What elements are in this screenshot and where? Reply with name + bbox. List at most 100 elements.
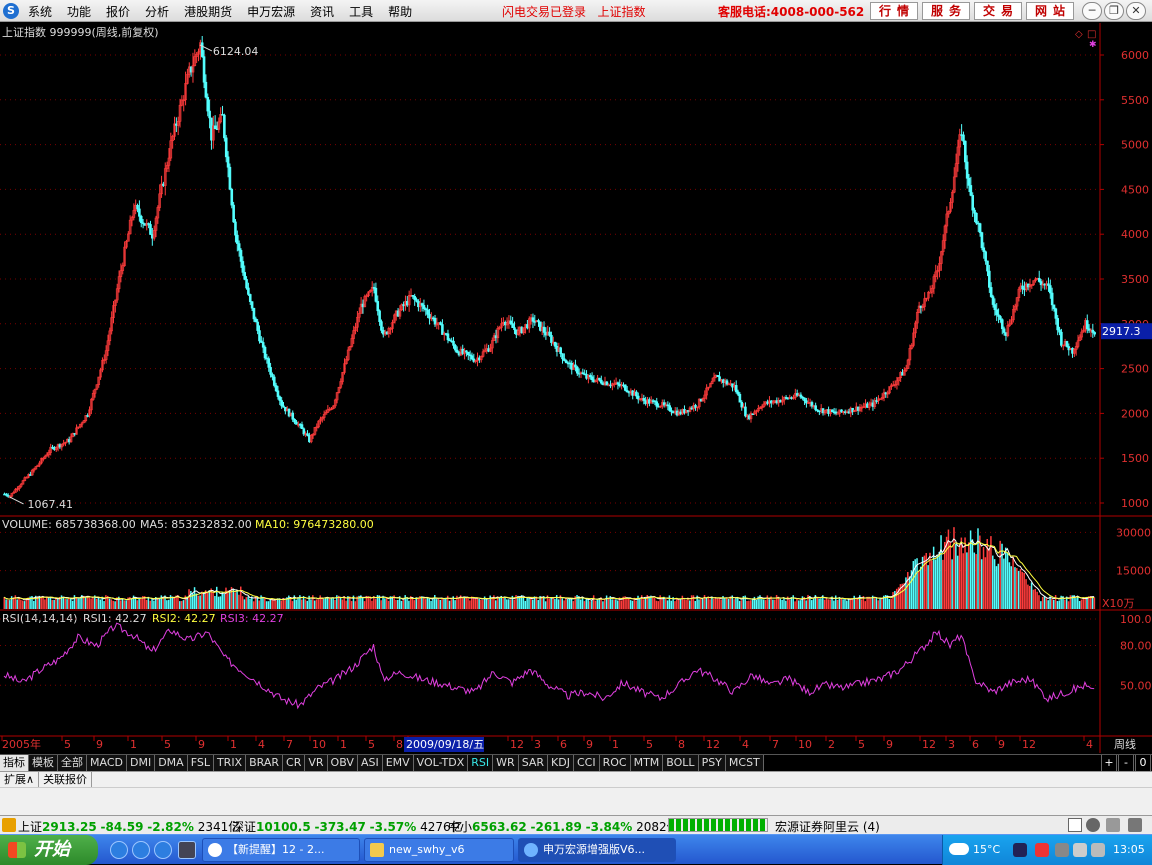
- expand-tab[interactable]: 扩展∧: [0, 772, 40, 787]
- tab-emv[interactable]: EMV: [382, 755, 414, 771]
- tab-template[interactable]: 模板: [29, 755, 58, 771]
- volume-bar: [463, 597, 466, 609]
- nav-quotes-button[interactable]: 行情: [870, 2, 918, 20]
- menu-info[interactable]: 资讯: [310, 3, 334, 20]
- tab-vr[interactable]: VR: [305, 755, 328, 771]
- volume-bar: [509, 599, 512, 609]
- zoom-in-button[interactable]: +: [1101, 755, 1117, 771]
- app-quick-icon[interactable]: [178, 841, 196, 859]
- tab-dmi[interactable]: DMI: [126, 755, 156, 771]
- minimize-icon[interactable]: ─: [1082, 2, 1102, 20]
- sh-index[interactable]: 上证2913.25 -84.59 -2.82% 2341亿: [18, 818, 240, 835]
- task-folder[interactable]: new_swhy_v6: [364, 838, 514, 862]
- volume-bar: [158, 598, 161, 609]
- settings-icon[interactable]: [1128, 818, 1142, 832]
- date-tick-label: 7: [772, 738, 779, 751]
- tab-brar[interactable]: BRAR: [246, 755, 284, 771]
- volume-bar: [332, 597, 334, 609]
- browser-icon[interactable]: [154, 841, 172, 859]
- menu-analysis[interactable]: 分析: [145, 3, 169, 20]
- tab-mcst[interactable]: MCST: [725, 755, 764, 771]
- tab-mtm[interactable]: MTM: [630, 755, 664, 771]
- volume-bar: [162, 597, 164, 609]
- tab-indicator[interactable]: 指标: [0, 755, 29, 771]
- start-button[interactable]: 开始: [0, 835, 98, 865]
- candle-body: [452, 340, 455, 346]
- window-icon[interactable]: [1068, 818, 1082, 832]
- menu-function[interactable]: 功能: [67, 3, 91, 20]
- tab-wr[interactable]: WR: [493, 755, 519, 771]
- menu-swhy[interactable]: 申万宏源: [247, 3, 295, 20]
- antenna-icon[interactable]: [1086, 818, 1100, 832]
- tab-sar[interactable]: SAR: [518, 755, 549, 771]
- related-quotes-tab[interactable]: 关联报价: [39, 772, 93, 787]
- volume-bar: [404, 595, 406, 609]
- shield-icon[interactable]: [1091, 843, 1105, 857]
- task-trading-app[interactable]: 申万宏源增强版V6...: [518, 838, 676, 862]
- volume-bar: [661, 598, 663, 609]
- tray-app-icon[interactable]: [1013, 843, 1027, 857]
- nav-trade-button[interactable]: 交易: [974, 2, 1022, 20]
- tab-cr[interactable]: CR: [283, 755, 306, 771]
- tab-rsi[interactable]: RSI: [468, 755, 494, 771]
- reset-button[interactable]: 0: [1135, 755, 1151, 771]
- menu-help[interactable]: 帮助: [388, 3, 412, 20]
- volume-bar: [417, 597, 419, 609]
- volume-bar: [762, 599, 765, 609]
- nav-service-button[interactable]: 服务: [922, 2, 970, 20]
- volume-bar: [735, 597, 737, 609]
- tab-obv[interactable]: OBV: [327, 755, 358, 771]
- volume-bar: [927, 565, 929, 609]
- tab-cci[interactable]: CCI: [573, 755, 600, 771]
- zx-index[interactable]: 中小6563.62 -261.89 -3.84% 2082亿: [448, 818, 679, 835]
- candle-body: [1058, 329, 1061, 333]
- zoom-out-button[interactable]: -: [1118, 755, 1134, 771]
- lock-icon[interactable]: [1106, 818, 1120, 832]
- tab-fsl[interactable]: FSL: [187, 755, 214, 771]
- candle-body: [1037, 278, 1041, 282]
- candle-body: [466, 351, 470, 356]
- volume-bar: [369, 596, 371, 609]
- tab-macd[interactable]: MACD: [87, 755, 127, 771]
- candle-body: [1054, 308, 1058, 319]
- volume-bar: [979, 535, 981, 609]
- volume-bar: [193, 587, 196, 609]
- tab-dma[interactable]: DMA: [155, 755, 188, 771]
- volume-bar: [1032, 589, 1035, 609]
- keyboard-icon[interactable]: [1055, 843, 1069, 857]
- candle-body: [291, 412, 295, 420]
- tab-all[interactable]: 全部: [58, 755, 87, 771]
- volume-bar: [775, 594, 778, 609]
- restore-icon[interactable]: ❐: [1104, 2, 1124, 20]
- broker-server[interactable]: 宏源证券阿里云 (4): [775, 818, 880, 835]
- tab-vol-tdx[interactable]: VOL-TDX: [413, 755, 469, 771]
- menu-tools[interactable]: 工具: [349, 3, 373, 20]
- ie-icon[interactable]: [110, 841, 128, 859]
- task-reminder[interactable]: 【新提醒】12 - 2...: [202, 838, 360, 862]
- candle-body: [236, 234, 239, 244]
- ie-alt-icon[interactable]: [132, 841, 150, 859]
- menu-system[interactable]: 系统: [28, 3, 52, 20]
- sz-index[interactable]: 深证10100.5 -373.47 -3.57% 4276亿: [232, 818, 463, 835]
- app-logo-icon[interactable]: S: [3, 3, 19, 19]
- menu-quote[interactable]: 报价: [106, 3, 130, 20]
- input-method-icon[interactable]: [1035, 843, 1049, 857]
- stock-chart[interactable]: 6000550050004500400035003000250020001500…: [0, 23, 1152, 754]
- volume-bar: [1067, 601, 1070, 609]
- volume-icon[interactable]: [1073, 843, 1087, 857]
- tab-roc[interactable]: ROC: [599, 755, 631, 771]
- menu-hk-futures[interactable]: 港股期货: [184, 3, 232, 20]
- tab-trix[interactable]: TRIX: [213, 755, 247, 771]
- nav-website-button[interactable]: 网站: [1026, 2, 1074, 20]
- volume-bar: [188, 589, 190, 609]
- volume-bar: [958, 546, 961, 609]
- tab-boll[interactable]: BOLL: [663, 755, 699, 771]
- volume-bar: [749, 600, 752, 609]
- tab-psy[interactable]: PSY: [698, 755, 726, 771]
- tab-asi[interactable]: ASI: [357, 755, 383, 771]
- volume-bar: [842, 599, 844, 609]
- tab-kdj[interactable]: KDJ: [548, 755, 574, 771]
- close-icon[interactable]: ✕: [1126, 2, 1146, 20]
- volume-bar: [264, 598, 266, 609]
- notify-icon[interactable]: [2, 818, 16, 832]
